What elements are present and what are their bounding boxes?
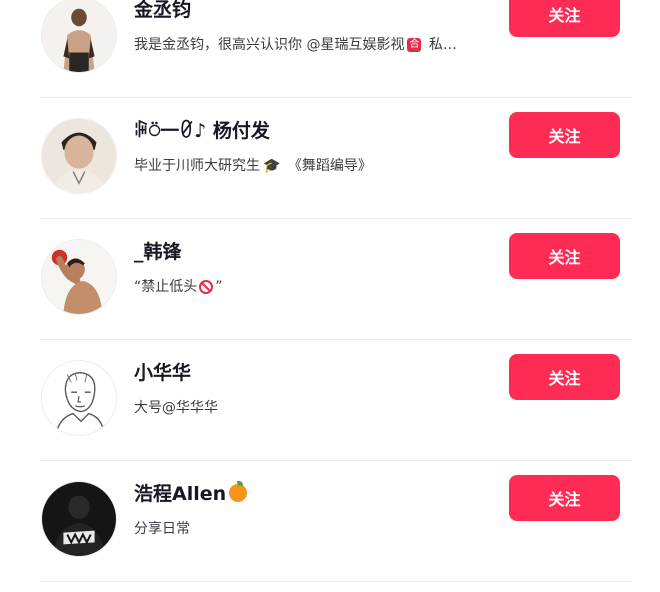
orange-emoji-icon: [229, 480, 248, 502]
list-item[interactable]: _韩锋 “禁止低头 ” 关注: [0, 219, 660, 340]
badge-emoji-icon: 合: [407, 38, 422, 52]
prohibited-icon: [199, 280, 214, 294]
bio-text: 分享日常: [134, 521, 190, 537]
user-bio: “禁止低头 ”: [134, 276, 489, 296]
bio-suffix: ”: [215, 279, 223, 295]
avatar[interactable]: [41, 118, 117, 194]
bio-text: 大号@华华华: [134, 400, 218, 416]
user-name-text: 浩程Allen: [134, 483, 227, 505]
avatar[interactable]: [41, 360, 117, 436]
sketch-portrait-icon: [42, 361, 116, 435]
bio-suffix: 私…: [424, 37, 457, 53]
person-photo-icon: [42, 119, 116, 193]
user-name[interactable]: 金丞钧: [134, 0, 191, 22]
graduation-cap-icon: 🎓: [263, 158, 281, 174]
person-photo-icon: [42, 240, 116, 314]
list-item[interactable]: 金丞钧 我是金丞钧，很高兴认识你 @星瑞互娱影视合 私… 关注: [0, 0, 660, 98]
avatar[interactable]: [41, 0, 117, 73]
user-name[interactable]: ꁶ⍥一ꀜ♪ 杨付发: [134, 116, 270, 143]
user-bio: 毕业于川师大研究生 🎓 《舞蹈编导》: [134, 155, 489, 175]
dark-photo-icon: [42, 482, 116, 556]
user-name[interactable]: 小华华: [134, 358, 191, 385]
user-name[interactable]: 浩程Allen: [134, 479, 248, 506]
user-bio: 我是金丞钧，很高兴认识你 @星瑞互娱影视合 私…: [134, 34, 489, 54]
follow-button[interactable]: 关注: [509, 0, 620, 37]
user-bio: 大号@华华华: [134, 397, 489, 417]
follow-button[interactable]: 关注: [509, 475, 620, 521]
follow-button[interactable]: 关注: [509, 354, 620, 400]
follow-button[interactable]: 关注: [509, 112, 620, 158]
list-item[interactable]: ꁶ⍥一ꀜ♪ 杨付发 毕业于川师大研究生 🎓 《舞蹈编导》 关注: [0, 98, 660, 219]
person-photo-icon: [42, 0, 116, 72]
bio-text: “禁止低头: [134, 279, 198, 295]
avatar[interactable]: [41, 239, 117, 315]
list-item[interactable]: 浩程Allen 分享日常 关注: [0, 461, 660, 582]
list-item[interactable]: 小华华 大号@华华华 关注: [0, 340, 660, 461]
bio-text: 我是金丞钧，很高兴认识你 @星瑞互娱影视: [134, 37, 405, 53]
follow-button[interactable]: 关注: [509, 233, 620, 279]
user-bio: 分享日常: [134, 518, 489, 538]
divider: [40, 581, 632, 582]
bio-suffix: 《舞蹈编导》: [283, 158, 372, 174]
user-list: 金丞钧 我是金丞钧，很高兴认识你 @星瑞互娱影视合 私… 关注 ꁶ⍥一ꀜ♪ 杨付…: [0, 0, 660, 592]
avatar[interactable]: [41, 481, 117, 557]
user-name[interactable]: _韩锋: [134, 237, 182, 264]
bio-text: 毕业于川师大研究生: [134, 158, 260, 174]
